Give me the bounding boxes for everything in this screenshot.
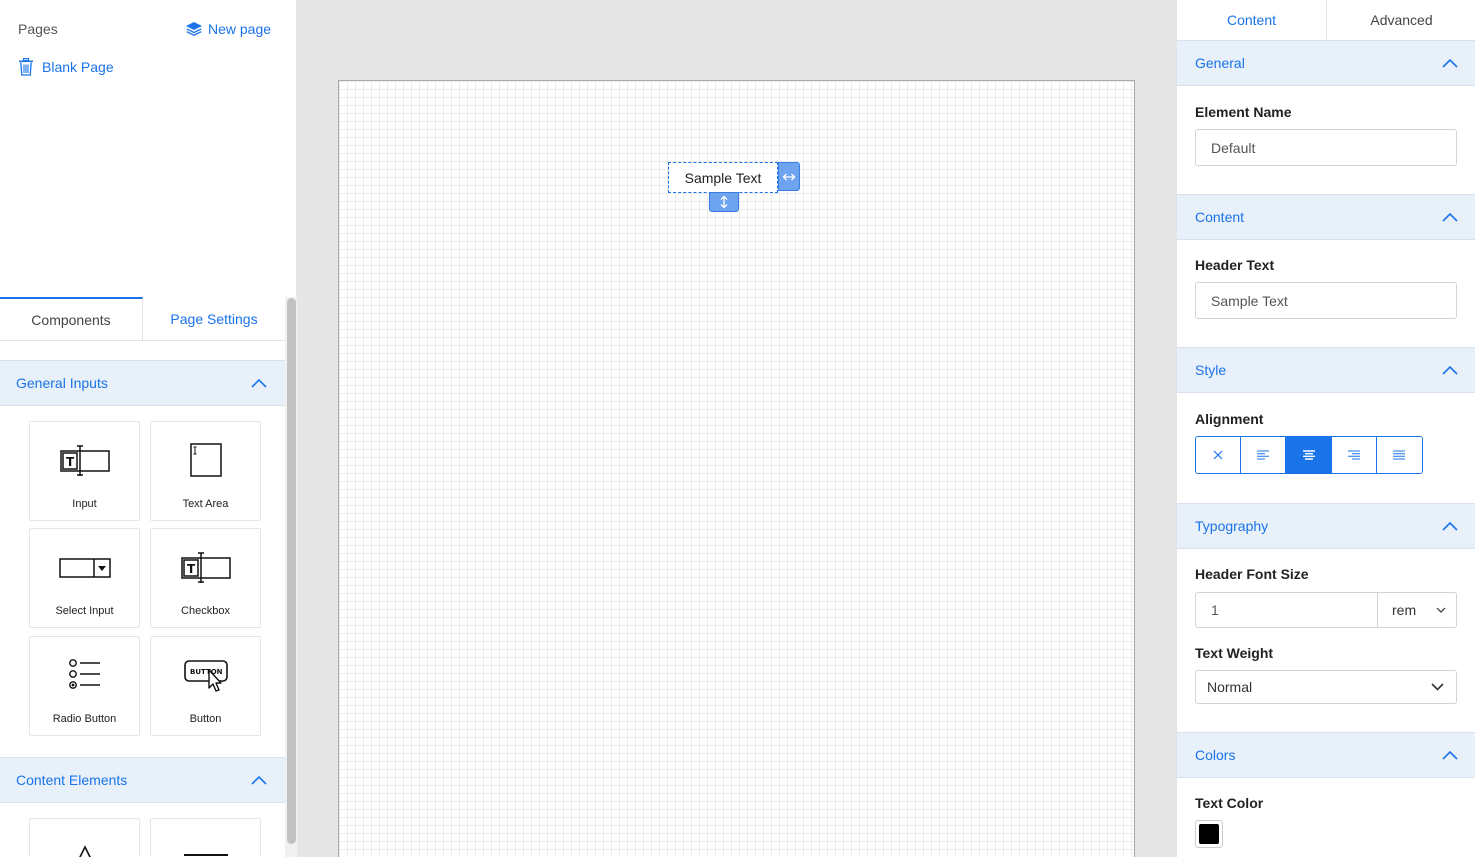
section-title: Colors	[1195, 747, 1236, 763]
font-size-group: 1 rem	[1195, 592, 1457, 628]
chevron-up-icon	[1442, 521, 1458, 531]
tab-page-settings[interactable]: Page Settings	[143, 297, 285, 340]
canvas-text-element-label: Sample Text	[684, 169, 762, 186]
element-name-input[interactable]: Default	[1195, 129, 1457, 166]
button-icon: BUTTON	[151, 657, 260, 693]
font-size-input[interactable]: 1	[1195, 592, 1378, 628]
element-name-label: Element Name	[1195, 104, 1292, 120]
chevron-up-icon	[1442, 365, 1458, 375]
component-label: Button	[189, 713, 222, 725]
alignment-label: Alignment	[1195, 411, 1264, 427]
right-tabs: Content Advanced	[1177, 0, 1475, 41]
section-title: Typography	[1195, 518, 1269, 534]
align-right-button[interactable]	[1331, 437, 1377, 473]
checkbox-icon: T	[151, 549, 260, 585]
divider-icon	[151, 852, 260, 857]
text-weight-select[interactable]: Normal	[1195, 670, 1457, 704]
unit-value: rem	[1392, 602, 1417, 618]
font-size-unit-select[interactable]: rem	[1378, 592, 1457, 628]
button-icon-text: BUTTON	[190, 668, 223, 676]
component-select-input[interactable]: Select Input	[29, 528, 140, 628]
section-general-inputs[interactable]: General Inputs	[0, 360, 285, 406]
svg-text:T: T	[187, 562, 196, 576]
component-label: Radio Button	[52, 713, 117, 725]
resize-vertical-handle[interactable]	[709, 192, 739, 212]
tab-components[interactable]: Components	[0, 297, 143, 340]
chevron-up-icon	[251, 378, 267, 388]
chevron-down-icon	[1431, 683, 1444, 691]
text-color-swatch[interactable]	[1195, 820, 1223, 848]
align-left-icon	[1257, 450, 1270, 460]
header-text-input[interactable]: Sample Text	[1195, 282, 1457, 319]
resize-horizontal-handle[interactable]	[778, 162, 800, 191]
alignment-button-group	[1195, 436, 1423, 474]
component-label: Checkbox	[181, 605, 230, 617]
canvas-text-element[interactable]: Sample Text	[668, 162, 778, 193]
page-item-blank-page[interactable]: Blank Page	[18, 58, 114, 76]
align-center-button[interactable]	[1286, 437, 1332, 473]
left-tabs: Components Page Settings	[0, 297, 285, 341]
align-justify-icon	[1393, 450, 1406, 460]
text-area-icon	[151, 442, 260, 478]
properties-panel: Content Advanced General Element Name De…	[1176, 0, 1475, 857]
align-left-button[interactable]	[1241, 437, 1287, 473]
text-color-label: Text Color	[1195, 795, 1264, 811]
scrollbar-thumb[interactable]	[287, 298, 296, 844]
pages-header: Pages	[18, 21, 58, 37]
section-title: General	[1195, 55, 1245, 71]
section-content-elements[interactable]: Content Elements	[0, 757, 285, 803]
section-content[interactable]: Content	[1177, 194, 1475, 240]
select-input-icon	[30, 549, 139, 585]
text-weight-value: Normal	[1207, 679, 1253, 695]
font-size-label: Header Font Size	[1195, 566, 1309, 582]
svg-text:T: T	[66, 455, 75, 469]
heading-icon	[30, 845, 139, 857]
component-radio-button[interactable]: Radio Button	[29, 636, 140, 736]
text-color-fill	[1199, 824, 1219, 844]
header-text-label: Header Text	[1195, 257, 1275, 273]
section-title: Content	[1195, 209, 1245, 225]
component-heading[interactable]	[29, 818, 140, 857]
component-label: Select Input	[55, 605, 114, 617]
component-text-area[interactable]: Text Area	[150, 421, 261, 521]
component-divider[interactable]	[150, 818, 261, 857]
radio-button-icon	[30, 657, 139, 693]
align-justify-button[interactable]	[1376, 437, 1422, 473]
component-label: Text Area	[182, 498, 229, 510]
text-weight-label: Text Weight	[1195, 645, 1274, 661]
align-none-button[interactable]	[1196, 437, 1242, 473]
page-label: Blank Page	[42, 59, 114, 75]
tab-content[interactable]: Content	[1177, 0, 1327, 40]
design-canvas[interactable]: Sample Text	[338, 80, 1135, 857]
arrows-horizontal-icon	[782, 173, 796, 180]
chevron-down-icon	[1436, 607, 1446, 613]
new-page-label: New page	[208, 21, 272, 37]
component-button[interactable]: BUTTON Button	[150, 636, 261, 736]
section-general[interactable]: General	[1177, 40, 1475, 86]
trash-icon[interactable]	[18, 58, 34, 76]
align-center-icon	[1302, 450, 1315, 460]
section-title: Style	[1195, 362, 1227, 378]
section-title: Content Elements	[16, 772, 128, 788]
section-colors[interactable]: Colors	[1177, 732, 1475, 778]
layers-icon	[186, 22, 202, 36]
new-page-button[interactable]: New page	[186, 21, 271, 37]
left-panel: Pages New page Blank Page Components Pag…	[0, 0, 297, 857]
tab-advanced[interactable]: Advanced	[1327, 0, 1475, 40]
section-title: General Inputs	[16, 375, 108, 391]
chevron-up-icon	[1442, 212, 1458, 222]
component-input[interactable]: T Input	[29, 421, 140, 521]
chevron-up-icon	[1442, 58, 1458, 68]
align-right-icon	[1347, 450, 1360, 460]
section-typography[interactable]: Typography	[1177, 503, 1475, 549]
chevron-up-icon	[251, 775, 267, 785]
section-style[interactable]: Style	[1177, 347, 1475, 393]
chevron-up-icon	[1442, 750, 1458, 760]
close-icon	[1213, 450, 1223, 460]
component-label: Input	[72, 498, 97, 510]
component-checkbox[interactable]: T Checkbox	[150, 528, 261, 628]
arrows-vertical-icon	[720, 195, 728, 209]
text-input-icon: T	[30, 442, 139, 478]
